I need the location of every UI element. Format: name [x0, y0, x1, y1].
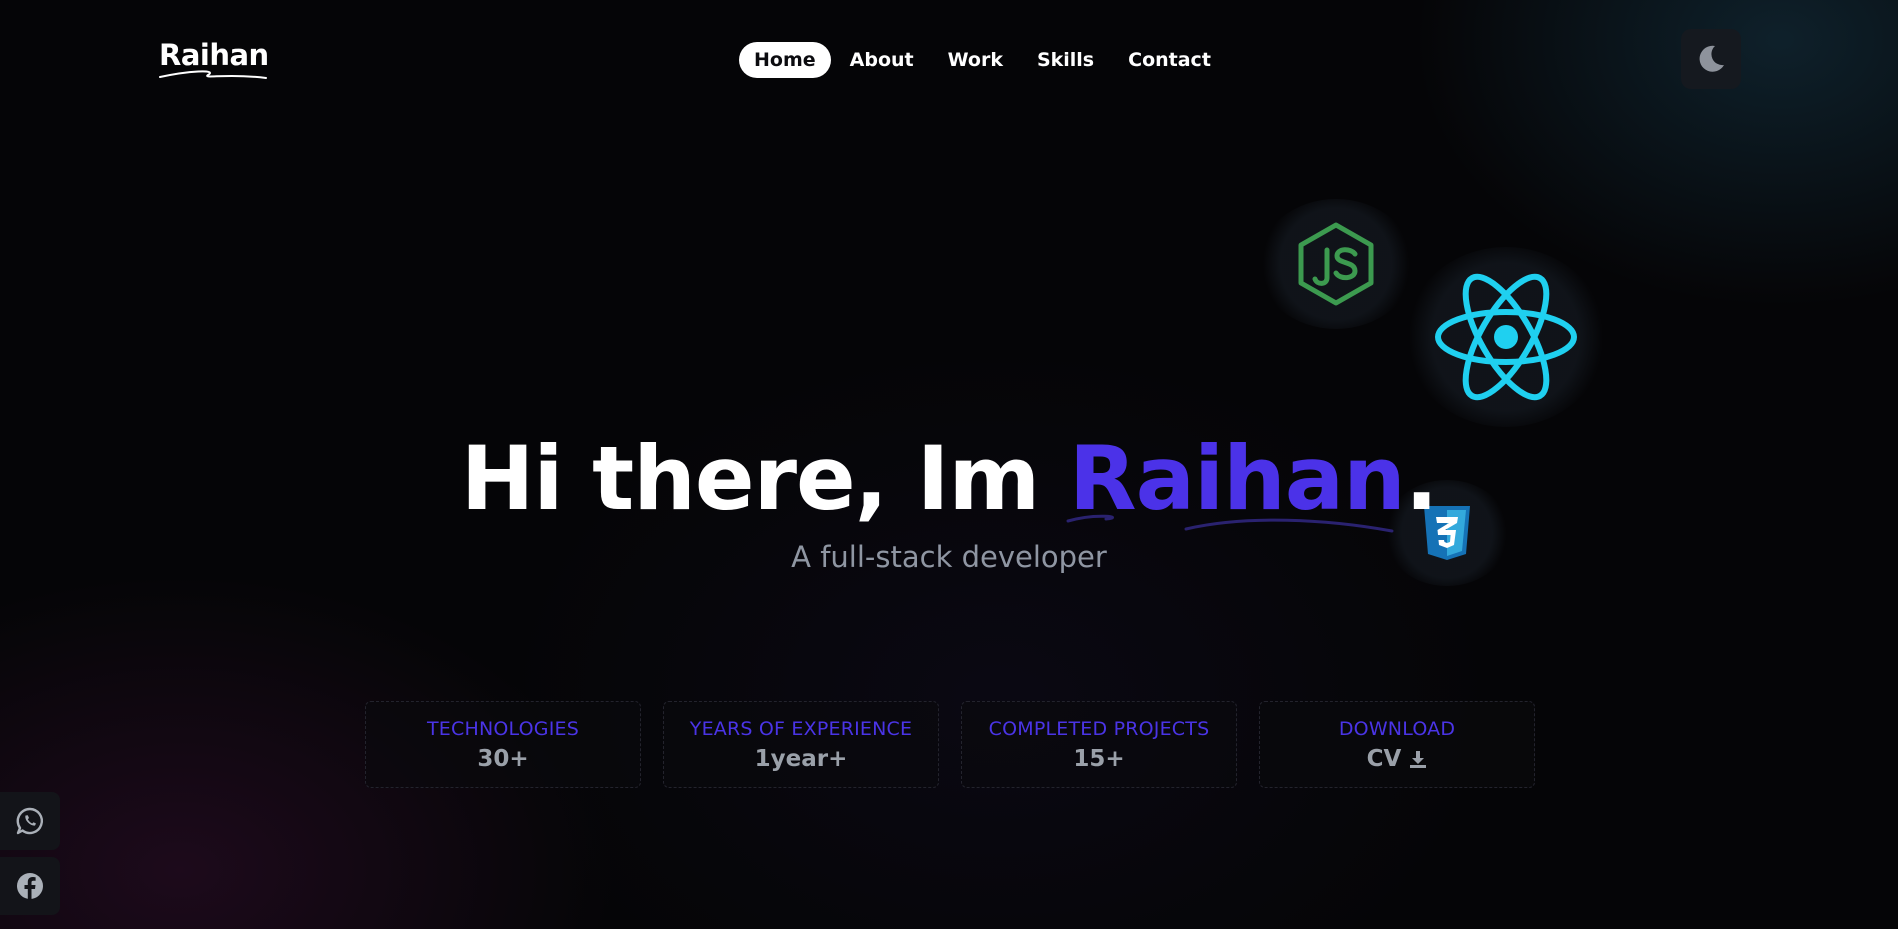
- stats-row: TECHNOLOGIES 30+ YEARS OF EXPERIENCE 1ye…: [365, 701, 1535, 788]
- nodejs-icon: [1298, 222, 1374, 306]
- whatsapp-icon: [16, 807, 43, 835]
- stat-projects: COMPLETED PROJECTS 15+: [961, 701, 1237, 788]
- download-cv-button[interactable]: DOWNLOAD CV: [1259, 701, 1535, 788]
- stat-value-text: 15+: [1073, 745, 1125, 772]
- stat-value-text: 30+: [477, 745, 529, 772]
- facebook-button[interactable]: [0, 857, 60, 915]
- react-icon: [1435, 273, 1577, 401]
- nav-home[interactable]: Home: [739, 41, 831, 78]
- download-icon: [1410, 750, 1427, 768]
- stat-value-text: 1year+: [754, 745, 848, 772]
- hero-title: Hi there, Im Raihan.: [0, 424, 1898, 534]
- stat-value: 15+: [1073, 746, 1124, 772]
- name-underline: [1066, 514, 1394, 533]
- stat-label: DOWNLOAD: [1338, 717, 1456, 740]
- stat-value-text: CV: [1366, 745, 1402, 772]
- stat-label: COMPLETED PROJECTS: [988, 717, 1210, 740]
- react-badge: [1406, 247, 1606, 427]
- hero-greeting: Hi there, Im: [460, 427, 1069, 530]
- stat-value: 1year+: [755, 746, 848, 772]
- nav-skills[interactable]: Skills: [1022, 42, 1109, 78]
- logo-swoosh: [159, 70, 267, 79]
- nav-about[interactable]: About: [835, 42, 929, 78]
- portfolio-page: Raihan Home About Work Skills Contact Hi…: [0, 0, 1898, 929]
- nav-contact[interactable]: Contact: [1113, 42, 1226, 78]
- stat-experience: YEARS OF EXPERIENCE 1year+: [663, 701, 939, 788]
- whatsapp-button[interactable]: [0, 792, 60, 850]
- nodejs-badge: [1258, 199, 1414, 329]
- stat-technologies: TECHNOLOGIES 30+: [365, 701, 641, 788]
- stat-value: 30+: [477, 746, 528, 772]
- moon-icon: [1699, 45, 1724, 72]
- nav-work[interactable]: Work: [933, 42, 1018, 78]
- stat-label: YEARS OF EXPERIENCE: [689, 717, 913, 740]
- hero-subtitle: A full-stack developer: [791, 540, 1107, 574]
- stat-value: CV: [1367, 746, 1428, 772]
- hero-punctuation: .: [1404, 427, 1438, 530]
- theme-toggle-button[interactable]: [1681, 29, 1741, 89]
- facebook-icon: [17, 873, 43, 899]
- stat-label: TECHNOLOGIES: [427, 717, 579, 740]
- main-nav: Home About Work Skills Contact: [739, 40, 1226, 79]
